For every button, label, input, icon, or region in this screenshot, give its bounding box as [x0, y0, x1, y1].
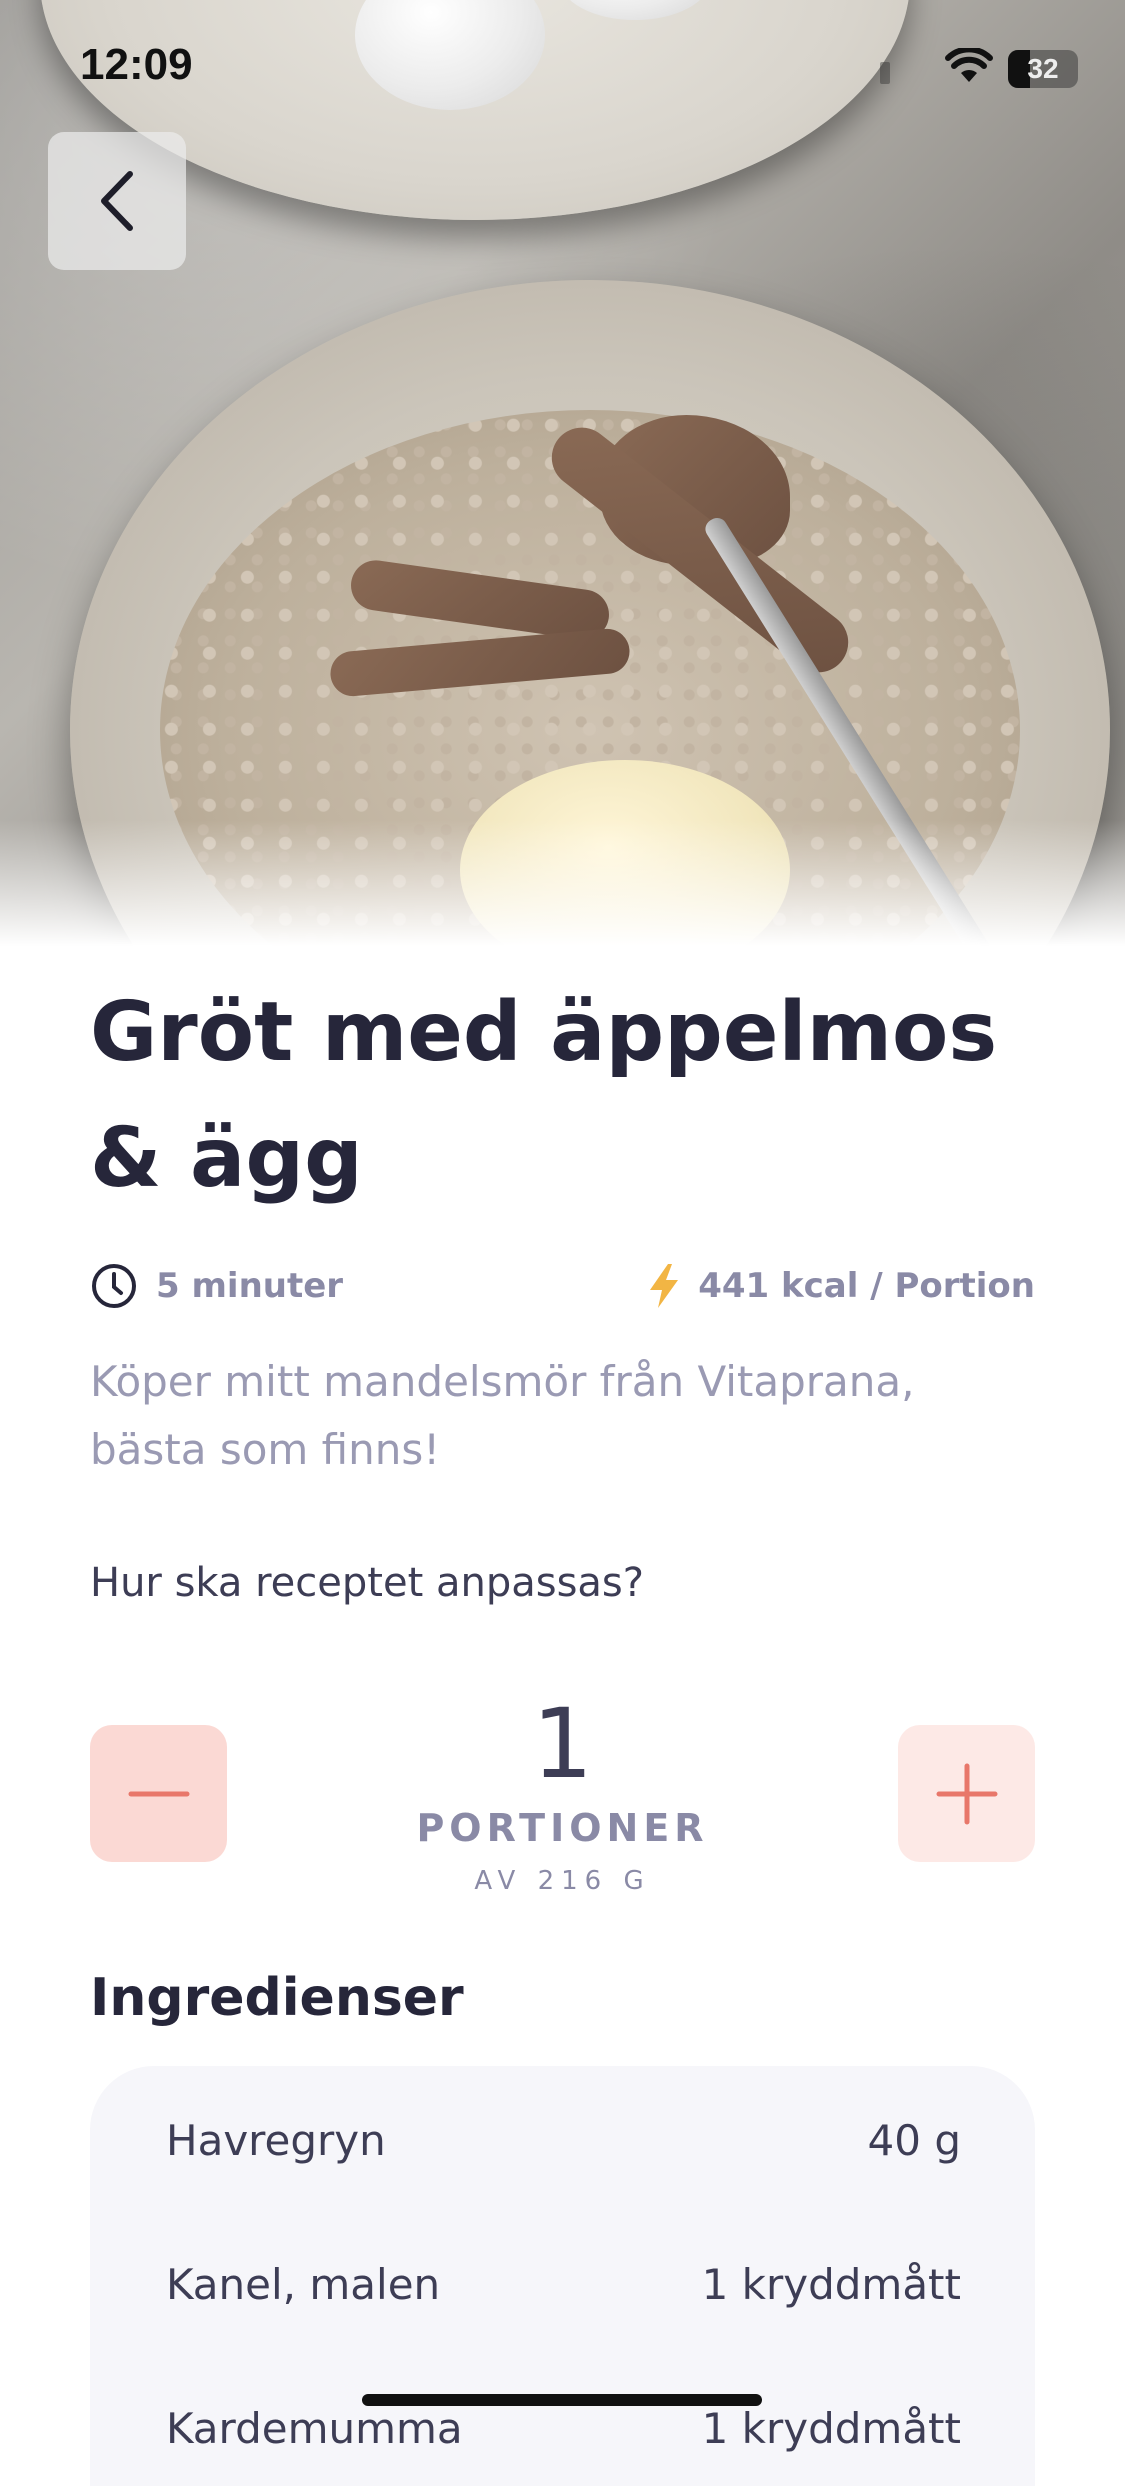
kcal-per-portion: 441 kcal / Portion	[698, 1266, 1035, 1306]
adjust-question: Hur ska receptet anpassas?	[90, 1560, 645, 1606]
clock-icon	[92, 1264, 136, 1308]
signal-icon	[880, 62, 890, 84]
ingredient-row: Havregryn 40 g	[166, 2110, 961, 2170]
portion-weight-label: AV 216 G	[474, 1866, 651, 1896]
plus-icon	[936, 1763, 997, 1824]
cook-time: 5 minuter	[156, 1266, 344, 1306]
ingredient-row: Kardemumma 1 kryddmått	[166, 2398, 961, 2458]
status-time: 12:09	[80, 40, 193, 89]
recipe-meta: 5 minuter 441 kcal / Portion	[90, 1262, 1035, 1312]
ingredient-name: Kanel, malen	[166, 2259, 441, 2309]
battery-icon: 32	[1008, 50, 1078, 88]
ingredients-list: Havregryn 40 g Kanel, malen 1 kryddmått …	[90, 2066, 1035, 2486]
ingredient-name: Havregryn	[166, 2115, 386, 2165]
recipe-title: Gröt med äppelmos & ägg	[90, 985, 998, 1206]
ingredients-title: Ingredienser	[90, 1968, 464, 2028]
ingredient-amount: 1 kryddmått	[701, 2403, 961, 2453]
ingredient-row: Kanel, malen 1 kryddmått	[166, 2254, 961, 2314]
status-bar: 12:09 32	[0, 0, 1125, 140]
recipe-description: Köper mitt mandelsmör från Vitaprana, bä…	[90, 1357, 915, 1474]
wifi-icon	[945, 46, 993, 88]
ingredient-name: Kardemumma	[166, 2403, 463, 2453]
ingredient-amount: 1 kryddmått	[701, 2259, 961, 2309]
chevron-left-icon	[101, 171, 133, 231]
increase-portions-button[interactable]	[898, 1725, 1035, 1862]
back-button[interactable]	[48, 132, 186, 270]
battery-level: 32	[1027, 53, 1059, 84]
ingredient-amount: 40 g	[867, 2115, 961, 2165]
home-indicator[interactable]	[362, 2394, 762, 2406]
lightning-icon	[650, 1264, 679, 1308]
hero-fade	[0, 820, 1125, 960]
